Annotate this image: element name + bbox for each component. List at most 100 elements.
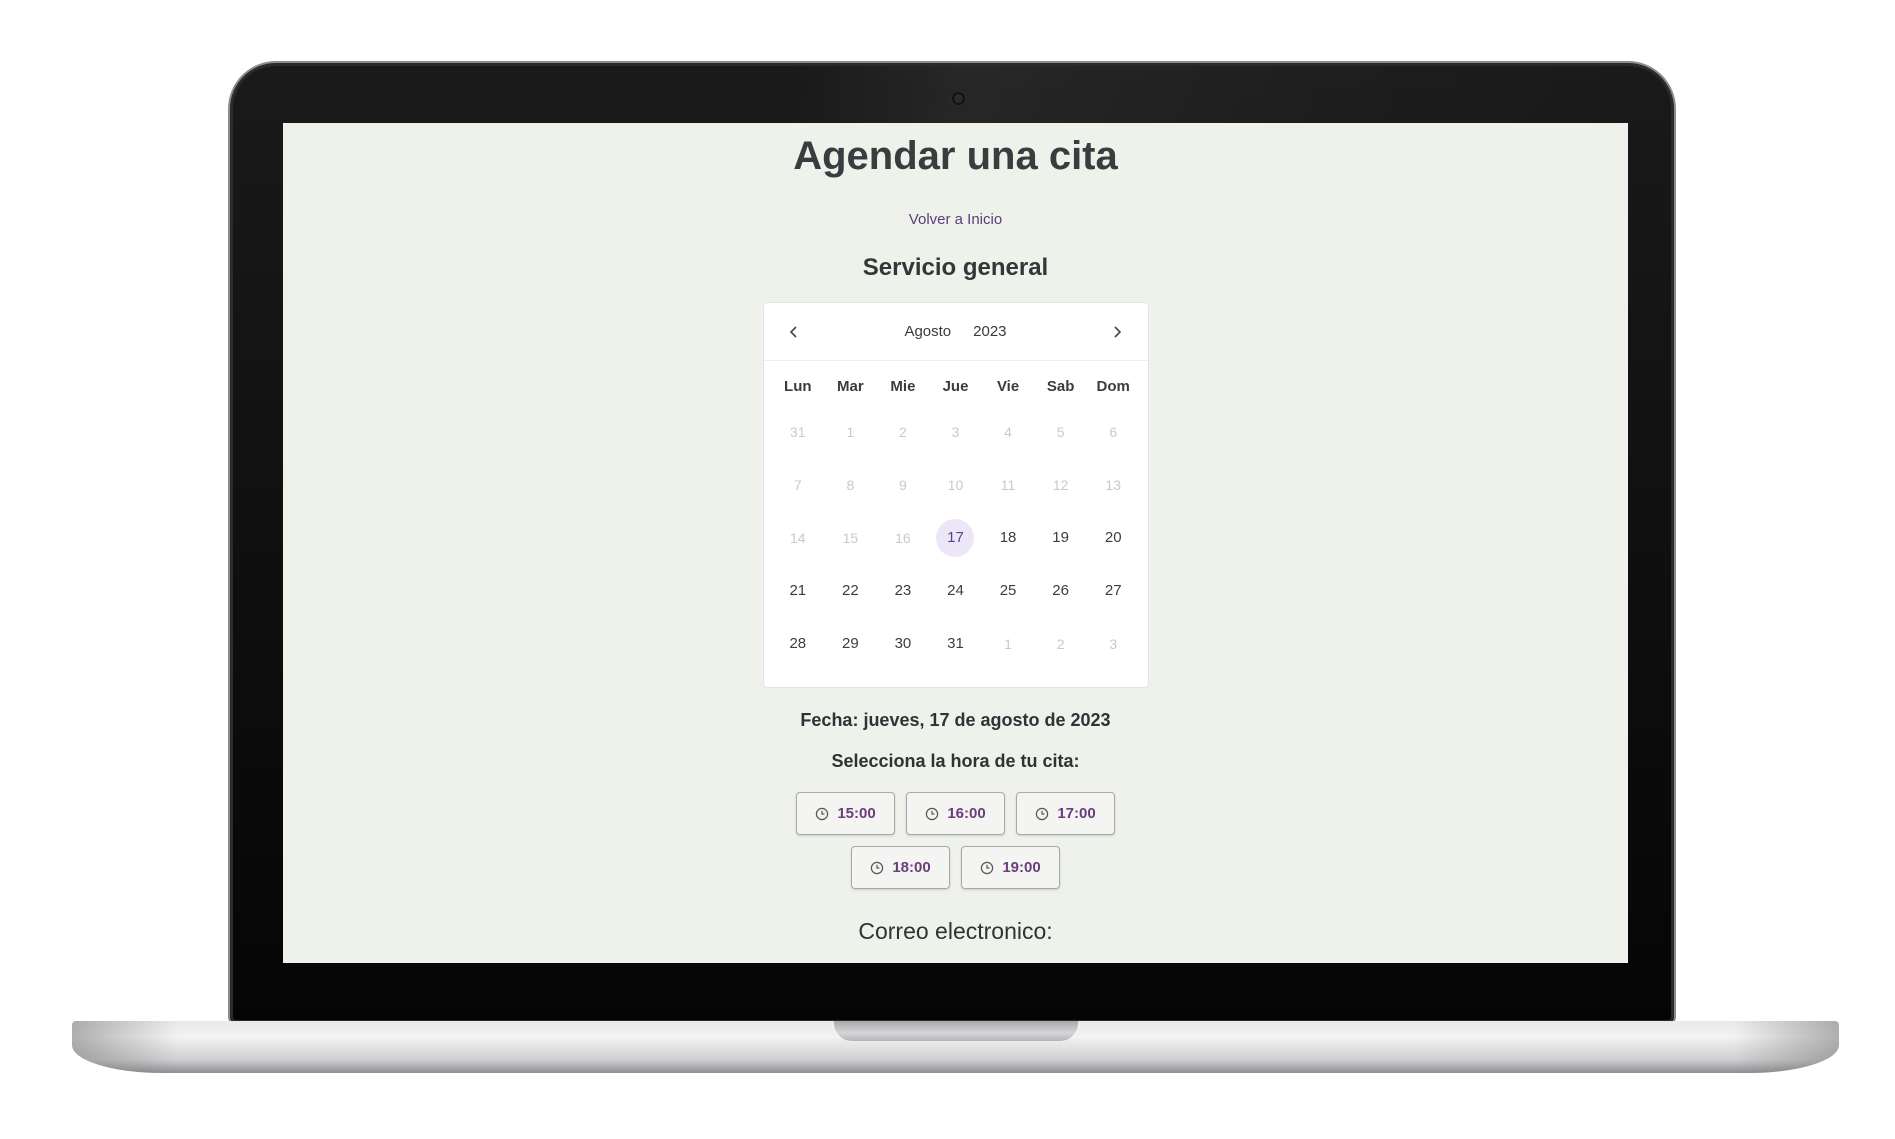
calendar-day-label: 12 [1052, 476, 1069, 493]
time-slot-row: 18:00 19:00 [851, 846, 1060, 889]
calendar-day-label: 25 [999, 582, 1017, 599]
select-time-label: Selecciona la hora de tu cita: [831, 751, 1080, 771]
calendar-day: 2 [877, 405, 930, 458]
time-slots: 15:00 16:00 17:00 18:00 19:00 [796, 792, 1115, 889]
calendar-day: 6 [1087, 405, 1140, 458]
calendar-day: 8 [824, 458, 877, 511]
calendar-header: Agosto 2023 [763, 303, 1148, 361]
calendar-day[interactable]: 19 [1034, 511, 1087, 564]
calendar-day[interactable]: 24 [929, 564, 982, 617]
calendar-day[interactable]: 22 [824, 564, 877, 617]
calendar-day-label: 5 [1056, 423, 1065, 440]
time-slot-button[interactable]: 18:00 [851, 846, 950, 889]
service-title: Servicio general [862, 254, 1049, 281]
calendar-day-label: 19 [1052, 529, 1069, 546]
webcam [954, 94, 963, 103]
calendar-day: 7 [772, 458, 825, 511]
calendar-day[interactable]: 26 [1034, 564, 1087, 617]
weekday-label: Dom [1096, 378, 1130, 395]
calendar-day[interactable]: 21 [772, 564, 825, 617]
calendar-day-label: 9 [899, 476, 907, 493]
calendar-day-label: 15 [842, 529, 859, 546]
day-grid: 31 1 2 3 4 5 6 7 8 9 10 11 12 13 14 15 16 17 18 19 20 21 22 23 2… [764, 405, 1148, 670]
calendar-day: 16 [877, 511, 930, 564]
calendar-day-label: 10 [947, 476, 964, 493]
calendar-day-label: 2 [899, 423, 907, 440]
calendar-title: Agosto 2023 [904, 323, 1006, 340]
calendar-day: 5 [1034, 405, 1087, 458]
calendar-day[interactable]: 20 [1087, 511, 1140, 564]
calendar-day-label: 31 [789, 423, 806, 440]
calendar-day-label: 6 [1109, 423, 1118, 440]
chevron-left-icon [789, 325, 797, 338]
calendar-day-label: 16 [895, 529, 911, 546]
calendar: Agosto 2023 Lun Mar Mie Jue Vie Sab Dom 31 1 2 3 4… [762, 302, 1149, 688]
calendar-month[interactable]: Agosto [904, 323, 951, 340]
time-slot-label: 16:00 [947, 805, 986, 822]
time-slot-button[interactable]: 16:00 [906, 792, 1005, 835]
calendar-day[interactable]: 28 [772, 617, 825, 670]
calendar-day: 13 [1087, 458, 1140, 511]
time-slot-button[interactable]: 17:00 [1016, 792, 1115, 835]
calendar-day-label: 3 [1109, 635, 1118, 652]
calendar-day-label: 7 [793, 476, 802, 493]
screen: Agendar una cita Volver a Inicio Servici… [283, 123, 1628, 963]
calendar-day: 9 [877, 458, 930, 511]
calendar-day-label: 3 [951, 423, 960, 440]
calendar-day-label: 18 [999, 529, 1017, 546]
laptop-notch [834, 1021, 1078, 1041]
clock-icon [816, 807, 829, 820]
time-slot-label: 17:00 [1057, 805, 1096, 822]
calendar-day[interactable]: 23 [877, 564, 930, 617]
next-month-button[interactable] [1105, 320, 1129, 344]
weekday-label: Vie [996, 378, 1020, 395]
calendar-day: 3 [1087, 617, 1140, 670]
calendar-day[interactable]: 27 [1087, 564, 1140, 617]
clock-icon [926, 807, 939, 820]
calendar-day[interactable]: 29 [824, 617, 877, 670]
calendar-day: 15 [824, 511, 877, 564]
calendar-day[interactable]: 30 [877, 617, 930, 670]
calendar-day-label: 23 [894, 582, 912, 599]
time-slot-button[interactable]: 19:00 [961, 846, 1060, 889]
calendar-day: 14 [772, 511, 825, 564]
selected-date: Fecha: jueves, 17 de agosto de 2023 [800, 710, 1111, 730]
calendar-day-label: 17 [947, 529, 964, 546]
time-slot-button[interactable]: 15:00 [796, 792, 895, 835]
calendar-day-label: 27 [1104, 582, 1122, 599]
calendar-day-label: 13 [1105, 476, 1121, 493]
page-title: Agendar una cita [793, 134, 1118, 178]
calendar-day-label: 21 [789, 582, 807, 599]
calendar-day: 10 [929, 458, 982, 511]
calendar-day-label: 31 [947, 635, 964, 652]
calendar-day-label: 11 [1000, 476, 1016, 493]
calendar-day-label: 1 [1004, 635, 1012, 652]
calendar-day: 12 [1034, 458, 1087, 511]
calendar-day-label: 26 [1052, 582, 1069, 599]
calendar-day: 1 [982, 617, 1035, 670]
weekday-label: Mar [837, 378, 864, 395]
weekday-row: Lun Mar Mie Jue Vie Sab Dom [764, 373, 1148, 401]
calendar-day[interactable]: 25 [982, 564, 1035, 617]
calendar-day-label: 30 [894, 635, 912, 652]
chevron-right-icon [1114, 325, 1122, 338]
calendar-day-label: 8 [846, 476, 855, 493]
calendar-day-label: 2 [1056, 635, 1065, 652]
calendar-day[interactable]: 31 [929, 617, 982, 670]
weekday-label: Sab [1046, 378, 1075, 395]
appointment-page: Agendar una cita Volver a Inicio Servici… [283, 123, 1628, 963]
calendar-day[interactable]: 18 [982, 511, 1035, 564]
clock-icon [981, 861, 994, 874]
time-slot-row: 15:00 16:00 17:00 [796, 792, 1115, 835]
time-slot-label: 18:00 [892, 859, 931, 876]
calendar-day-label: 20 [1104, 529, 1122, 546]
calendar-day-label: 28 [789, 635, 807, 652]
back-home-link[interactable]: Volver a Inicio [909, 211, 1002, 228]
calendar-day-label: 22 [842, 582, 859, 599]
calendar-day-label: 4 [1004, 423, 1012, 440]
weekday-label: Lun [784, 378, 812, 395]
email-label: Correo electronico: [858, 918, 1053, 944]
prev-month-button[interactable] [782, 320, 806, 344]
calendar-day-selected[interactable]: 17 [929, 511, 982, 564]
calendar-year[interactable]: 2023 [973, 323, 1006, 340]
